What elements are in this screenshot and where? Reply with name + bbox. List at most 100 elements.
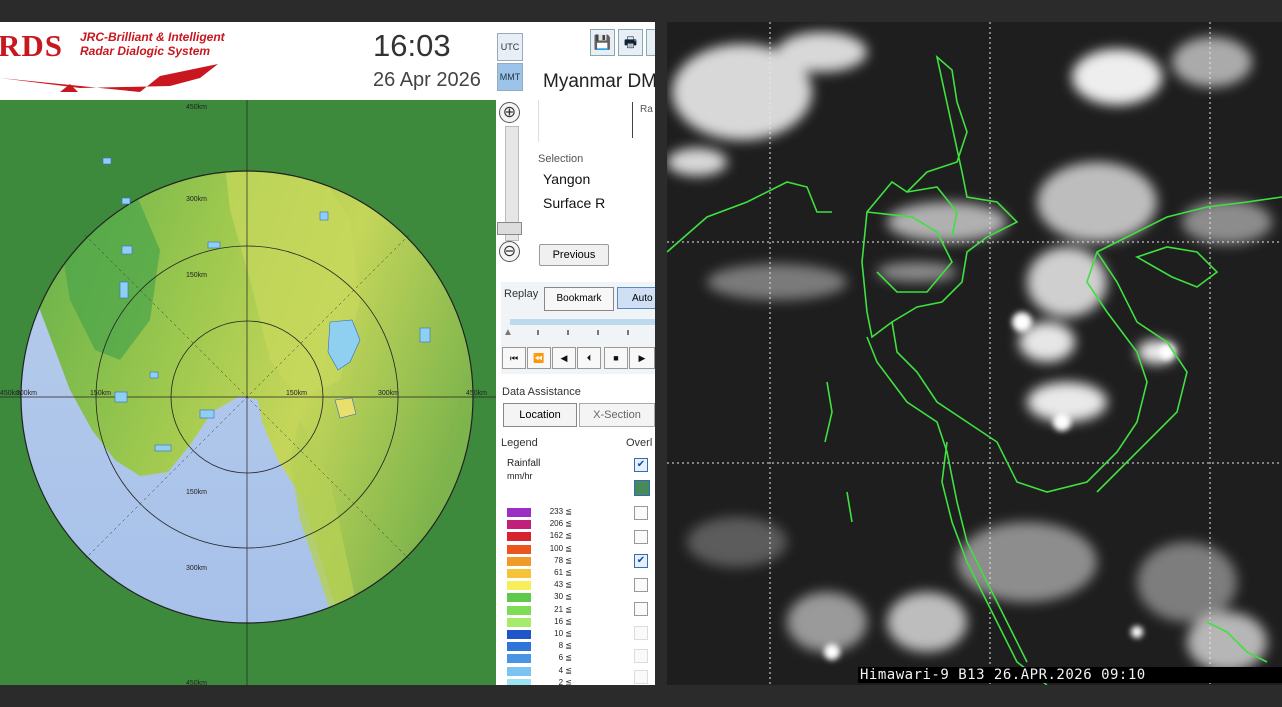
legend-swatch <box>507 593 531 603</box>
legend-value: 6 ≦ <box>558 653 572 663</box>
legend-swatch <box>507 666 531 676</box>
legend-value: 21 ≦ <box>554 604 572 614</box>
range-label: 150km <box>186 489 207 496</box>
overlay-checkbox[interactable] <box>634 602 648 616</box>
play-reverse-icon[interactable]: ◀ <box>552 347 576 369</box>
legend-value: 43 ≦ <box>554 580 572 590</box>
station-title: Myanmar DM <box>543 71 655 92</box>
legend-value: 8 ≦ <box>558 641 572 651</box>
overlay-checkbox[interactable] <box>634 578 648 592</box>
legend-swatch <box>507 678 531 685</box>
legend-value: 30 ≦ <box>554 592 572 602</box>
range-label: 300km <box>186 565 207 572</box>
eagle-logo-icon <box>0 64 218 92</box>
selection-label: Selection <box>538 153 584 165</box>
overlay-checkbox[interactable] <box>634 530 648 544</box>
range-label: 150km <box>286 390 307 397</box>
x-section-button[interactable]: X-Section <box>579 403 655 427</box>
timeline-tick <box>567 330 569 335</box>
timeline-handle-icon[interactable]: ▲ <box>503 327 513 338</box>
legend-value: 100 ≦ <box>549 543 572 553</box>
logo-line-1: JRC-Brilliant & Intelligent <box>80 30 225 44</box>
logo-line-2: Radar Dialogic System <box>80 44 211 58</box>
clock-date: 26 Apr 2026 <box>373 69 481 91</box>
range-label: 150km <box>90 390 111 397</box>
legend-value: 10 ≦ <box>554 629 572 638</box>
stop-icon[interactable]: ■ <box>604 347 628 369</box>
selection-product[interactable]: Surface R <box>543 195 605 211</box>
selection-city[interactable]: Yangon <box>543 171 590 187</box>
legend-swatch <box>507 630 531 639</box>
legend-swatch <box>507 544 531 554</box>
legend-value: 2 ≦ <box>558 677 572 685</box>
ra-divider <box>632 102 633 138</box>
rainfall-unit: mm/hr <box>507 471 533 481</box>
range-label: 450km <box>186 680 207 685</box>
legend-value: 16 ≦ <box>554 616 572 626</box>
legend-swatch <box>507 556 531 566</box>
legend-swatch <box>507 642 531 652</box>
ra-label: Ra <box>640 104 653 115</box>
rainfall-label: Rainfall <box>507 458 541 469</box>
legend-value: 4 ≦ <box>558 665 572 675</box>
radar-map[interactable]: 450km 300km 150km 150km 300km 450km 150k… <box>0 100 496 685</box>
zoom-in-icon[interactable]: ⊕ <box>499 102 520 123</box>
timeline-tick <box>537 330 539 335</box>
overlay-checkbox[interactable] <box>634 649 648 663</box>
overlay-terrain-icon[interactable] <box>634 480 650 496</box>
rds-logo: RDS JRC-Brilliant & Intelligent Radar Di… <box>0 22 298 98</box>
legend-swatch <box>507 581 531 591</box>
previous-button[interactable]: Previous <box>539 244 609 266</box>
step-back-icon[interactable]: ⏴ <box>577 347 601 369</box>
legend-swatch <box>507 605 531 615</box>
legend-swatch <box>507 654 531 664</box>
zoom-slider-thumb[interactable] <box>497 222 522 235</box>
legend-value: 162 ≦ <box>549 531 572 541</box>
legend-label: Legend <box>501 437 538 449</box>
data-assistance-label: Data Assistance <box>502 386 581 398</box>
utc-button[interactable]: UTC <box>497 33 523 61</box>
legend-value: 61 ≦ <box>554 568 572 577</box>
range-label: 450km <box>186 104 207 111</box>
zoom-out-icon[interactable]: ⊖ <box>499 241 520 262</box>
range-label: 300km <box>378 390 399 397</box>
ra-box <box>538 100 655 142</box>
legend-swatch <box>507 508 531 517</box>
save-icon[interactable]: 💾 <box>590 29 615 56</box>
satellite-caption: Himawari-9 B13 26.APR.2026 09:10 <box>858 667 1282 683</box>
overlay-label: Overl <box>626 437 653 449</box>
legend-swatch <box>507 532 531 542</box>
satellite-image <box>667 22 1282 685</box>
range-label: 150km <box>186 272 207 279</box>
radar-app-window: RDS JRC-Brilliant & Intelligent Radar Di… <box>0 22 655 685</box>
play-icon[interactable]: ▶ <box>629 347 655 369</box>
legend-value: 206 ≦ <box>549 519 572 529</box>
timeline-tick <box>597 330 599 335</box>
range-label: 300km <box>186 196 207 203</box>
overlay-checkbox[interactable] <box>634 506 648 520</box>
legend-swatch <box>507 520 531 530</box>
timeline-tick <box>627 330 629 335</box>
bookmark-button[interactable]: Bookmark <box>544 287 614 311</box>
print-icon[interactable]: 🖶 <box>618 29 643 56</box>
first-frame-icon[interactable]: ⏮ <box>502 347 526 369</box>
range-label: 450km <box>466 390 487 397</box>
overlay-checkbox[interactable] <box>634 670 648 684</box>
legend-swatch <box>507 569 531 578</box>
legend-value: 78 ≦ <box>554 555 572 565</box>
overlay-checkbox[interactable]: ✔ <box>634 458 648 472</box>
clock-time: 16:03 <box>373 28 451 63</box>
toolbar-icon[interactable] <box>646 29 655 56</box>
legend-value: 233 ≦ <box>549 507 572 516</box>
location-button[interactable]: Location <box>503 403 577 427</box>
overlay-checkbox[interactable] <box>634 626 648 640</box>
replay-timeline[interactable] <box>510 319 655 325</box>
replay-label: Replay <box>504 288 539 300</box>
satellite-imagery <box>667 22 1282 685</box>
range-label: 450km <box>0 390 21 397</box>
mmt-button[interactable]: MMT <box>497 63 523 91</box>
rewind-icon[interactable]: ⏪ <box>527 347 551 369</box>
legend-swatch <box>507 617 531 627</box>
overlay-checkbox[interactable]: ✔ <box>634 554 648 568</box>
auto-button[interactable]: Auto <box>617 287 655 309</box>
